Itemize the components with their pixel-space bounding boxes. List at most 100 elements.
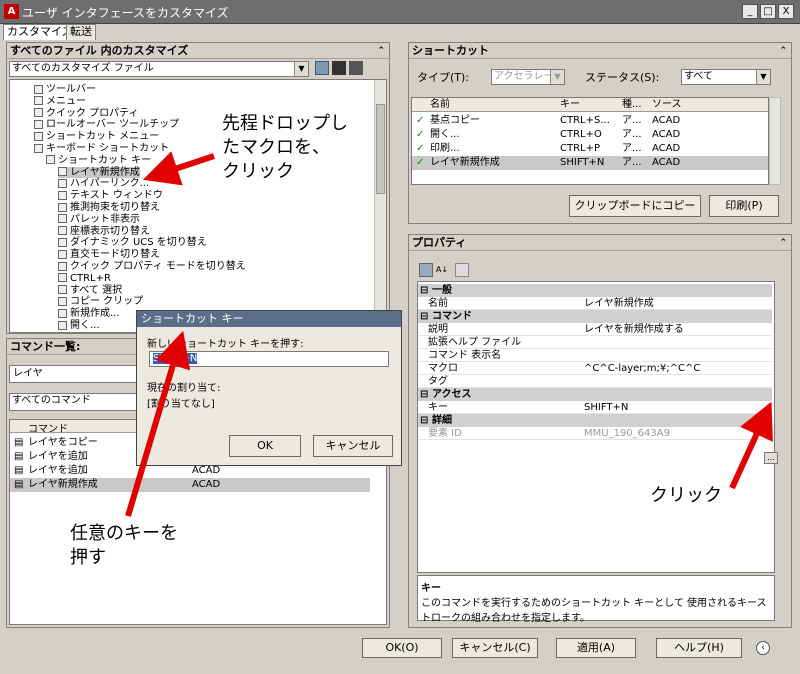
col-source[interactable]: ソース (652, 98, 682, 112)
shortcuts-scrollbar[interactable] (769, 97, 781, 185)
col-name[interactable]: 名前 (430, 98, 450, 112)
apply-button[interactable]: 適用(A) (556, 638, 636, 658)
command-source: ACAD (192, 465, 221, 476)
categorized-icon[interactable] (419, 263, 433, 277)
print-button[interactable]: 印刷(P) (709, 195, 779, 217)
tree-item-label: 推測拘束を切り替え (70, 202, 160, 213)
shortcuts-table[interactable]: 名前 キー 種... ソース ✓ 基点コピー CTRL+S... ア... ACAD ✓ 開… (411, 97, 769, 185)
collapse-icon[interactable]: ⊟ (420, 284, 428, 297)
tree-item[interactable]: レイヤ新規作成 (58, 166, 140, 178)
shortcuts-table-header: 名前 キー 種... ソース (412, 98, 768, 112)
type-combo[interactable]: アクセラレータ ▼ (491, 69, 565, 85)
dialog-ok-button[interactable]: OK (229, 435, 301, 457)
shortcut-key-input[interactable]: SHIFT+N (149, 351, 389, 367)
collapse-icon[interactable]: ⌃ (377, 43, 385, 59)
type-label: タイプ(T): (417, 71, 470, 84)
tree-item[interactable]: CTRL+R (58, 273, 111, 284)
tree-item[interactable]: 座標表示切り替え (58, 226, 150, 237)
tree-item[interactable]: ショートカット キー (46, 155, 151, 166)
shortcut-key-dialog: ショートカット キー 新しいショートカット キーを押す: SHIFT+N 現在の… (136, 310, 402, 466)
tree-scrollbar[interactable] (374, 80, 386, 332)
shortcut-name: 基点コピー (430, 115, 480, 126)
close-button[interactable]: X (778, 4, 794, 19)
tree-item[interactable]: クイック プロパティ モードを切り替え (58, 261, 246, 272)
expand-left-icon[interactable]: ‹ (756, 641, 770, 655)
tree-item-label: クイック プロパティ (46, 107, 139, 119)
file-combo[interactable]: すべてのカスタマイズ ファイル ▼ (9, 61, 309, 77)
property-row[interactable]: マクロ ^C^C-layer;m;¥;^C^C (418, 362, 772, 375)
copy-to-clipboard-button[interactable]: クリップボードにコピー (569, 195, 701, 217)
property-row[interactable]: 名前 レイヤ新規作成 (418, 297, 772, 310)
shortcut-name: 開く... (430, 129, 460, 140)
minimize-button[interactable]: _ (742, 4, 758, 19)
tree-item-label: パレット非表示 (70, 213, 140, 225)
tree-item[interactable]: テキスト ウィンドウ (58, 190, 163, 201)
col-type[interactable]: 種... (622, 98, 642, 112)
save-as-icon[interactable] (349, 61, 363, 75)
collapse-icon[interactable]: ⌃ (779, 43, 787, 59)
property-category[interactable]: ⊟ コマンド (418, 310, 772, 323)
tree-item[interactable]: ツールバー (34, 84, 96, 95)
tree-node-icon (34, 108, 43, 118)
property-row[interactable]: 要素 ID MMU_190_643A9 (418, 427, 772, 440)
maximize-button[interactable]: □ (760, 4, 776, 19)
property-key: コマンド 表示名 (428, 350, 502, 361)
property-row[interactable]: コマンド 表示名 (418, 349, 772, 362)
tree-item[interactable]: 新規作成... (58, 308, 120, 319)
property-category[interactable]: ⊟ 一般 (418, 284, 772, 297)
property-value: レイヤ新規作成 (584, 298, 654, 309)
tree-item[interactable]: 直交モード切り替え (58, 249, 160, 260)
key-ellipsis-button[interactable]: ... (764, 452, 778, 464)
property-pages-icon[interactable] (455, 263, 469, 277)
property-key: タグ (428, 376, 448, 387)
command-icon: ▤ (14, 451, 24, 462)
property-row[interactable]: キー SHIFT+N (418, 401, 772, 414)
command-row[interactable]: ▤ レイヤ新規作成 ACAD (10, 478, 370, 492)
tree-item[interactable]: 開く... (58, 320, 100, 331)
sort-alpha-icon[interactable]: A↓ (435, 263, 449, 277)
tree-item[interactable]: キーボード ショートカット (34, 143, 169, 154)
collapse-icon[interactable]: ⌃ (779, 235, 787, 251)
open-file-icon[interactable] (315, 61, 329, 75)
property-category[interactable]: ⊟ アクセス (418, 388, 772, 401)
help-button[interactable]: ヘルプ(H) (656, 638, 742, 658)
tree-item[interactable]: ロールオーバー ツールチップ (34, 119, 179, 130)
shortcut-row[interactable]: ✓ 印刷... CTRL+P ア... ACAD (412, 142, 768, 156)
command-row[interactable]: ▤ レイヤを追加 ACAD (10, 464, 370, 478)
property-row[interactable]: タグ (418, 375, 772, 388)
collapse-icon[interactable]: ⊟ (420, 414, 428, 427)
property-category[interactable]: ⊟ 詳細 (418, 414, 772, 427)
tree-item[interactable]: すべて 選択 (58, 285, 122, 296)
tree-item[interactable]: 推測拘束を切り替え (58, 202, 160, 213)
shortcut-row[interactable]: ✓ 基点コピー CTRL+S... ア... ACAD (412, 114, 768, 128)
tree-item[interactable]: コピー クリップ (58, 296, 143, 307)
shortcut-row[interactable]: ✓ レイヤ新規作成 SHIFT+N ア... ACAD (412, 156, 768, 170)
status-combo[interactable]: すべて ▼ (681, 69, 771, 85)
tree-node-icon (58, 320, 67, 330)
chevron-down-icon[interactable]: ▼ (550, 70, 564, 84)
tree-item[interactable]: ダイナミック UCS を切り替え (58, 237, 207, 248)
shortcut-row[interactable]: ✓ 開く... CTRL+O ア... ACAD (412, 128, 768, 142)
tree-item[interactable]: ショートカット メニュー (34, 131, 159, 142)
chevron-down-icon[interactable]: ▼ (756, 70, 770, 84)
scroll-thumb[interactable] (376, 104, 385, 194)
command-icon: ▤ (14, 437, 24, 448)
save-icon[interactable] (332, 61, 346, 75)
collapse-icon[interactable]: ⊟ (420, 310, 428, 323)
tree-item[interactable]: メニュー (34, 96, 86, 107)
property-row[interactable]: 拡張ヘルプ ファイル (418, 336, 772, 349)
property-row[interactable]: 説明 レイヤを新規作成する (418, 323, 772, 336)
tree-item[interactable]: ハイパーリンク... (58, 178, 149, 189)
ok-button[interactable]: OK(O) (362, 638, 442, 658)
tree-item[interactable]: パレット非表示 (58, 214, 140, 225)
chevron-down-icon[interactable]: ▼ (294, 62, 308, 76)
dialog-cancel-button[interactable]: キャンセル (313, 435, 393, 457)
tab-transfer[interactable]: 転送 (66, 24, 96, 40)
tree-item[interactable]: クイック プロパティ (34, 108, 139, 119)
property-grid[interactable]: ⊟ 一般 名前 レイヤ新規作成 ⊟ コマンド 説明 レイヤを新規作成する 拡張ヘルプ ファイルコ… (417, 281, 778, 573)
property-help-box: キー このコマンドを実行するためのショートカット キーとして 使用されるキースト… (417, 575, 775, 624)
cancel-button[interactable]: キャンセル(C) (452, 638, 538, 658)
collapse-icon[interactable]: ⊟ (420, 388, 428, 401)
col-key[interactable]: キー (560, 98, 580, 112)
tree-item-label: ツールバー (46, 84, 96, 95)
